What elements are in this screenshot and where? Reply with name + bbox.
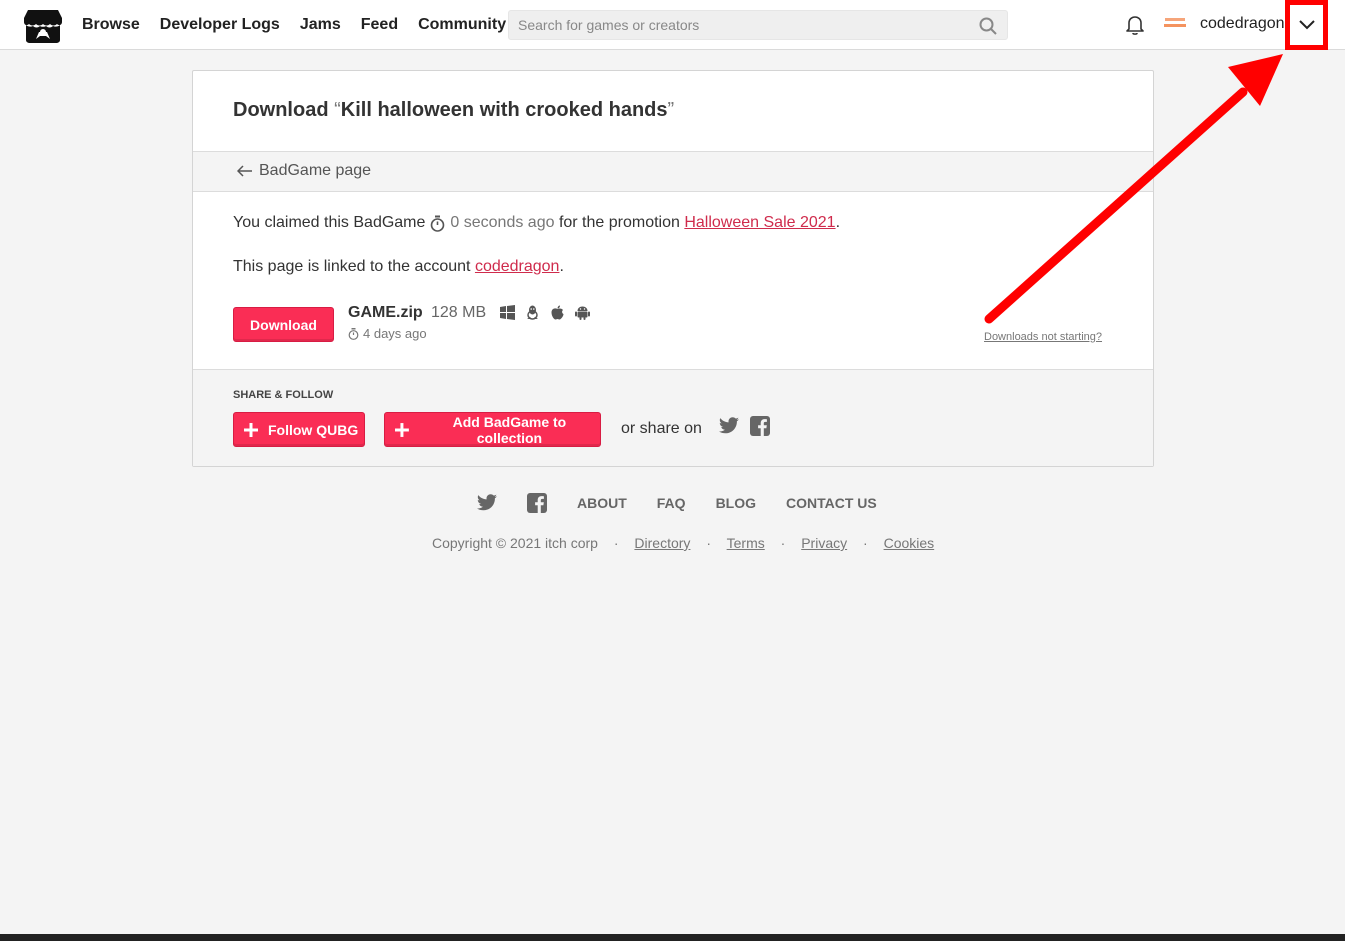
twitter-icon[interactable]	[719, 417, 739, 435]
linked-period: .	[559, 258, 564, 275]
footer-links: ABOUT FAQ BLOG CONTACT US	[477, 492, 907, 514]
claim-text-2: for the promotion	[558, 214, 680, 231]
footer-cookies-link[interactable]: Cookies	[884, 535, 935, 551]
platform-icons	[500, 305, 600, 320]
top-nav-bar: Browse Developer Logs Jams Feed Communit…	[0, 0, 1345, 50]
back-link-label: BadGame page	[259, 162, 372, 179]
twitter-icon[interactable]	[477, 493, 497, 513]
android-icon	[575, 306, 590, 320]
share-follow-title: SHARE & FOLLOW	[233, 389, 334, 401]
title-prefix: Download	[233, 99, 335, 121]
windows-icon	[500, 305, 515, 320]
search-box	[508, 10, 1008, 40]
back-bar: BadGame page	[193, 151, 1153, 192]
plus-icon	[395, 422, 409, 437]
user-menu-dropdown-button[interactable]	[1285, 0, 1328, 50]
nav-developer-logs[interactable]: Developer Logs	[160, 16, 280, 34]
nav-browse[interactable]: Browse	[82, 16, 140, 34]
itch-logo-icon[interactable]	[24, 8, 62, 44]
facebook-icon[interactable]	[750, 416, 770, 436]
claim-message: You claimed this BadGame 0 seconds ago f…	[233, 214, 840, 232]
stopwatch-icon	[348, 327, 359, 340]
nav-feed[interactable]: Feed	[361, 16, 398, 34]
share-on-text: or share on	[621, 420, 702, 437]
linked-text: This page is linked to the account	[233, 258, 471, 275]
collection-label: Add BadGame to collection	[452, 413, 567, 446]
bottom-strip	[0, 934, 1345, 941]
footer-blog-link[interactable]: BLOG	[716, 495, 756, 511]
nav-jams[interactable]: Jams	[300, 16, 341, 34]
claim-text: You claimed this BadGame	[233, 214, 426, 231]
download-card: Download “Kill halloween with crooked ha…	[192, 70, 1154, 467]
notifications-bell-icon[interactable]	[1125, 14, 1145, 36]
file-size: 128 MB	[431, 304, 487, 321]
separator: ·	[780, 535, 786, 551]
stopwatch-icon	[431, 215, 445, 232]
linux-icon	[527, 305, 538, 320]
downloads-not-starting-link[interactable]: Downloads not starting?	[984, 331, 1102, 343]
apple-icon	[551, 305, 564, 320]
page-title: Download “Kill halloween with crooked ha…	[233, 99, 674, 122]
footer-contact-link[interactable]: CONTACT US	[786, 495, 877, 511]
separator: ·	[706, 535, 711, 551]
close-quote: ”	[667, 99, 675, 121]
footer-privacy-link[interactable]: Privacy	[801, 535, 847, 551]
nav-community[interactable]: Community	[418, 16, 506, 34]
open-quote: “	[334, 99, 341, 121]
share-follow-section: SHARE & FOLLOW Follow QUBG Add BadGame t…	[193, 369, 1153, 466]
footer-copyright-row: Copyright © 2021 itch corp · Directory ·…	[432, 535, 934, 551]
promotion-link[interactable]: Halloween Sale 2021	[684, 214, 835, 232]
chevron-down-icon	[1298, 20, 1315, 30]
username[interactable]: codedragon	[1200, 15, 1285, 33]
footer-faq-link[interactable]: FAQ	[657, 495, 686, 511]
claim-time: 0 seconds ago	[450, 214, 555, 231]
add-to-collection-button[interactable]: Add BadGame to collection	[384, 412, 601, 447]
game-title: Kill halloween with crooked hands	[340, 99, 668, 121]
plus-icon	[244, 422, 258, 437]
follow-button[interactable]: Follow QUBG	[233, 412, 365, 447]
linked-account-link[interactable]: codedragon	[475, 258, 560, 275]
footer-about-link[interactable]: ABOUT	[577, 495, 627, 511]
back-to-game-link[interactable]: BadGame page	[237, 162, 371, 180]
arrow-left-icon	[237, 165, 252, 177]
footer-terms-link[interactable]: Terms	[727, 535, 765, 551]
download-button[interactable]: Download	[233, 307, 334, 342]
file-name: GAME.zip	[348, 304, 423, 321]
search-input[interactable]	[509, 11, 1007, 39]
claim-period: .	[835, 214, 841, 231]
separator: ·	[613, 535, 619, 551]
file-upload-date: 4 days ago	[348, 326, 427, 341]
follow-label: Follow QUBG	[268, 421, 359, 438]
footer-directory-link[interactable]: Directory	[634, 535, 690, 551]
copyright-text: Copyright © 2021 itch corp	[432, 535, 598, 551]
facebook-icon[interactable]	[527, 493, 547, 513]
linked-account-message: This page is linked to the account coded…	[233, 258, 564, 276]
avatar[interactable]	[1162, 14, 1188, 34]
main-nav: Browse Developer Logs Jams Feed Communit…	[82, 0, 526, 50]
search-icon[interactable]	[979, 17, 997, 35]
file-date-text: 4 days ago	[363, 326, 427, 341]
separator: ·	[863, 535, 868, 551]
